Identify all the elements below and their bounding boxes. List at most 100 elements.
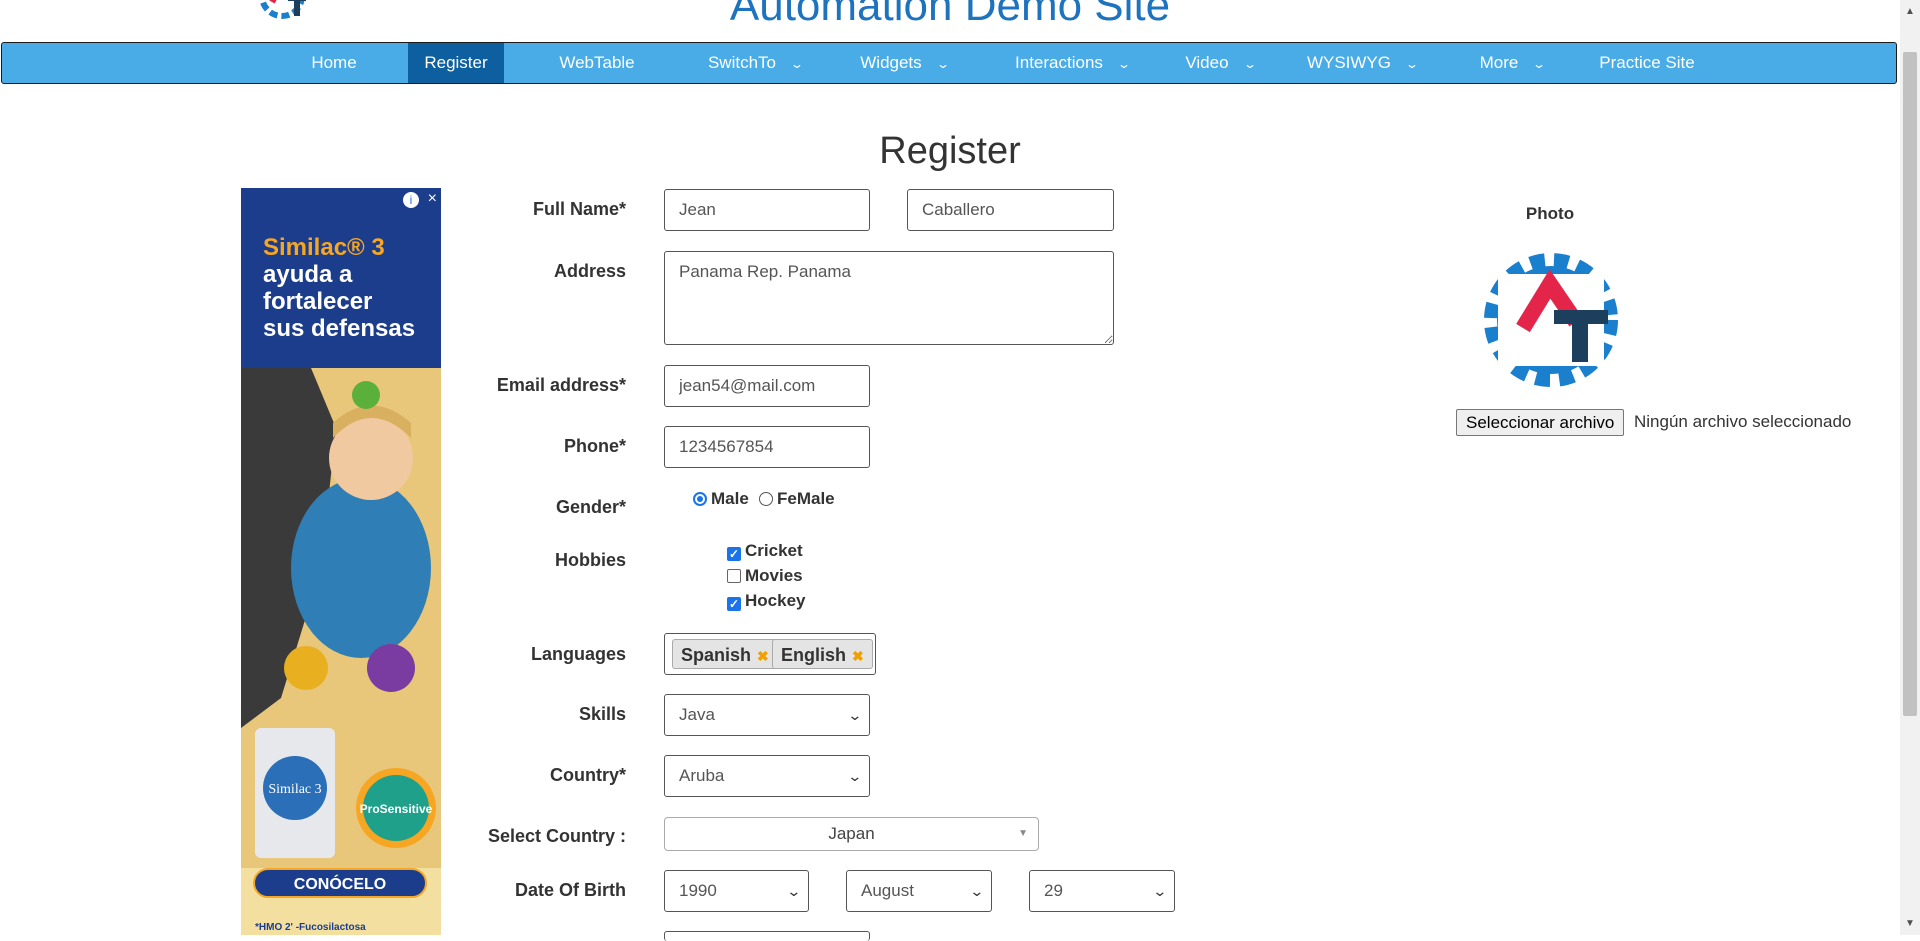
hobby-movies-label: Movies [745,566,803,585]
chevron-down-icon: ⌄ [935,57,950,71]
first-name-input[interactable] [664,189,870,231]
ad-brand: Similac® 3 [263,234,385,261]
nav-widgets-label: Widgets [860,53,922,72]
hobby-movies-checkbox[interactable]: Movies [727,566,803,586]
hobby-cricket-label: Cricket [745,541,803,560]
nav-home[interactable]: Home [292,43,376,83]
no-file-selected-text: Ningún archivo seleccionado [1634,412,1852,431]
nav-webtable[interactable]: WebTable [547,43,647,83]
nav-wysiwyg[interactable]: WYSIWYG ⌄ [1292,43,1432,83]
ad-headline-line: ayuda a [263,261,353,288]
gender-female-radio[interactable]: FeMale [759,489,835,509]
nav-register[interactable]: Register [408,43,504,83]
remove-icon[interactable]: ✖ [852,648,864,664]
hobby-hockey-checkbox[interactable]: ✓ Hockey [727,591,805,611]
country-value: Aruba [679,766,725,785]
nav-interactions-label: Interactions [1015,53,1103,72]
nav-widgets[interactable]: Widgets ⌄ [844,43,964,83]
gender-female-label: FeMale [777,489,835,508]
nav-register-label: Register [424,53,488,72]
last-name-input[interactable] [907,189,1114,231]
scroll-up-arrow-icon[interactable]: ▲ [1905,6,1915,17]
email-label: Email address* [496,375,626,395]
select-country-dropdown[interactable]: Japan ▼ [664,817,1039,851]
dob-day-select[interactable]: 29 ⌄ [1029,870,1175,912]
site-title: Automation Demo Site [729,0,1171,30]
checkbox-checked-icon: ✓ [727,547,741,561]
radio-unselected-icon [759,492,773,506]
choose-file-button[interactable]: Seleccionar archivo [1456,409,1625,436]
languages-multiselect[interactable]: Spanish ✖ English ✖ [664,633,876,675]
checkbox-checked-icon: ✓ [727,597,741,611]
phone-label: Phone* [563,436,626,456]
next-field-partial[interactable] [664,931,870,941]
nav-switchto-label: SwitchTo [707,53,776,72]
language-tag[interactable]: English ✖ [772,639,873,669]
nav-more-label: More [1479,53,1519,72]
hobby-hockey-label: Hockey [745,591,806,610]
select-country-label: Select Country : [487,826,626,846]
chevron-down-icon: ⌄ [1404,57,1420,71]
chevron-down-icon: ⌄ [1242,57,1257,71]
dob-month-value: August [861,881,914,900]
address-textarea[interactable]: Panama Rep. Panama [664,251,1114,345]
chevron-down-icon: ⌄ [1152,883,1168,899]
language-tag-label: Spanish [681,645,752,665]
ad-headline-line: fortalecer [263,288,373,315]
photo-preview-logo [1484,253,1618,387]
dob-day-value: 29 [1044,881,1063,900]
scrollbar-thumb[interactable] [1903,52,1917,716]
chevron-down-icon: ⌄ [786,883,802,899]
ad-headline-line: sus defensas [263,315,416,342]
language-tag[interactable]: Spanish ✖ [672,639,778,669]
full-name-label: Full Name* [532,199,626,219]
chevron-down-icon: ⌄ [847,768,863,784]
chevron-down-icon: ⌄ [789,57,805,71]
nav-practice-site-label: Practice Site [1599,53,1695,72]
gender-male-radio[interactable]: Male [693,489,749,509]
nav-webtable-label: WebTable [559,53,635,72]
nav-video[interactable]: Video ⌄ [1165,43,1275,83]
skills-label: Skills [578,704,626,724]
country-select[interactable]: Aruba ⌄ [664,755,870,797]
nav-home-label: Home [311,53,357,72]
nav-more[interactable]: More ⌄ [1462,43,1562,83]
dob-month-select[interactable]: August ⌄ [846,870,992,912]
radio-selected-icon [693,492,707,506]
ad-product-badge: ProSensitive [360,802,433,816]
ad-cta-button[interactable]: CONÓCELO [253,868,427,898]
ad-image: Similac 3 ProSensitive [241,368,441,868]
nav-wysiwyg-label: WYSIWYG [1306,53,1391,72]
dob-label: Date Of Birth [514,880,626,900]
skills-select[interactable]: Java ⌄ [664,694,870,736]
phone-input[interactable] [664,426,870,468]
dob-year-value: 1990 [679,881,717,900]
ad-header: i × Similac® 3 ayuda a fortalecer sus de… [241,188,441,368]
gender-male-label: Male [711,489,749,508]
remove-icon[interactable]: ✖ [757,648,769,664]
chevron-down-icon: ⌄ [1116,57,1131,71]
ad-footnote: *HMO 2' -Fucosilactosa [255,922,366,933]
scroll-down-arrow-icon[interactable]: ▼ [1905,918,1915,929]
dob-year-select[interactable]: 1990 ⌄ [664,870,809,912]
chevron-down-icon: ⌄ [847,707,863,723]
ad-headline: Similac® 3 ayuda a fortalecer sus defens… [263,234,415,342]
nav-practice-site[interactable]: Practice Site [1582,43,1712,83]
nav-switchto[interactable]: SwitchTo ⌄ [690,43,820,83]
nav-interactions[interactable]: Interactions ⌄ [992,43,1152,83]
chevron-down-icon: ⌄ [1532,57,1547,71]
country-label: Country* [550,765,626,785]
main-navbar: Home Register WebTable SwitchTo ⌄ Widgets… [1,42,1897,84]
triangle-down-icon: ▼ [1018,828,1028,839]
nav-video-label: Video [1185,53,1229,72]
photo-label: Photo [1525,204,1575,223]
ad-product-label: Similac 3 [268,782,321,797]
hobby-cricket-checkbox[interactable]: ✓ Cricket [727,541,803,561]
email-input[interactable] [664,365,870,407]
gender-label: Gender* [555,497,626,517]
hobbies-label: Hobbies [554,550,626,570]
chevron-down-icon: ⌄ [969,883,985,899]
advertisement-banner[interactable]: i × Similac® 3 ayuda a fortalecer sus de… [241,188,441,935]
page-heading: Register [879,130,1021,172]
language-tag-label: English [781,645,847,665]
